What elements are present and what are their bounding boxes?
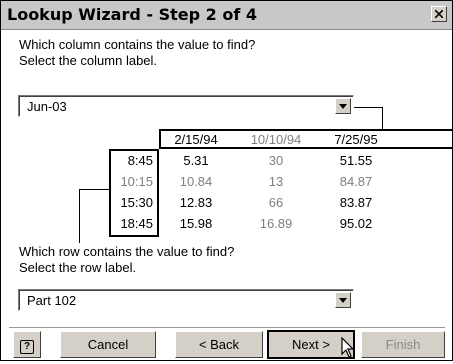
- row-instruction: Select the row label.: [19, 260, 137, 275]
- mouse-pointer-icon: [341, 336, 355, 364]
- finish-button[interactable]: Finish: [361, 331, 445, 358]
- row-question: Which row contains the value to find?: [19, 244, 235, 259]
- column-label-value: Jun-03: [27, 99, 67, 114]
- window-title: Lookup Wizard - Step 2 of 4: [7, 5, 258, 24]
- row-label: 8:45: [127, 153, 153, 168]
- table-cell: 66: [268, 195, 284, 210]
- row-dropdown-button[interactable]: [335, 292, 351, 308]
- row-label-select[interactable]: Part 102: [18, 289, 354, 311]
- table-cell: 95.02: [339, 216, 373, 231]
- table-cell: 30: [268, 153, 284, 168]
- table-cell: 83.87: [339, 195, 373, 210]
- table-cell: 13: [268, 174, 284, 189]
- help-button[interactable]: ?: [13, 331, 41, 358]
- row-label: 18:45: [120, 216, 153, 231]
- lookup-wizard-dialog: Lookup Wizard - Step 2 of 4 Which column…: [0, 0, 453, 361]
- row-label: 15:30: [120, 195, 153, 210]
- table-cell: 10.84: [179, 174, 213, 189]
- column-dropdown-button[interactable]: [335, 98, 351, 114]
- column-question: Which column contains the value to find?: [19, 37, 256, 52]
- title-bar[interactable]: Lookup Wizard - Step 2 of 4: [1, 1, 452, 30]
- row-label: 10:15: [120, 174, 153, 189]
- table-cell: 84.87: [339, 174, 373, 189]
- help-icon: ?: [20, 340, 34, 354]
- column-header: 2/15/94: [174, 132, 218, 147]
- row-label-value: Part 102: [27, 293, 77, 308]
- table-cell: 12.83: [179, 195, 213, 210]
- close-button[interactable]: [431, 6, 447, 22]
- column-connector-vertical: [382, 107, 383, 129]
- back-button[interactable]: < Back: [175, 331, 263, 358]
- row-connector: [79, 189, 109, 190]
- column-header: 10/10/94: [250, 132, 302, 147]
- table-cell: 15.98: [179, 216, 213, 231]
- column-connector: [354, 107, 382, 108]
- button-separator: [9, 327, 445, 328]
- table-cell: 16.89: [259, 216, 293, 231]
- column-instruction: Select the column label.: [19, 53, 158, 68]
- row-connector-vertical: [79, 189, 80, 243]
- table-cell: 5.31: [183, 153, 209, 168]
- cancel-button[interactable]: Cancel: [60, 331, 156, 358]
- column-header: 7/25/95: [334, 132, 378, 147]
- column-label-select[interactable]: Jun-03: [18, 95, 354, 117]
- table-cell: 51.55: [339, 153, 373, 168]
